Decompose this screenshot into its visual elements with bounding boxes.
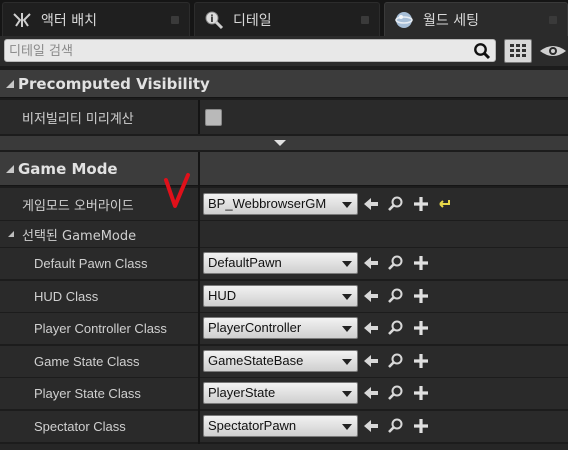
reset-to-default-icon[interactable] [436,195,454,213]
add-new-plus-icon[interactable] [412,254,430,272]
view-options-button[interactable] [504,39,532,63]
class-row: Game State Class GameStateBase [0,345,568,377]
class-row: HUD Class HUD [0,280,568,312]
use-selected-arrow-icon[interactable] [362,195,380,213]
gamemode-override-combo[interactable]: BP_WebbrowserGM [203,193,358,215]
chevron-down-icon [342,326,352,333]
browse-search-icon[interactable] [387,195,405,213]
browse-search-icon[interactable] [387,352,405,370]
add-new-plus-icon[interactable] [412,384,430,402]
collapse-arrow-icon [6,164,14,173]
property-label: Player Controller Class [34,321,167,337]
class-combo[interactable]: GameStateBase [203,349,358,372]
property-label: Default Pawn Class [34,256,148,271]
property-label: 비저빌리티 미리계산 [22,111,134,127]
advanced-expander[interactable] [0,136,568,150]
tab-world-settings[interactable]: 월드 세팅 [384,2,568,36]
search-row [0,36,568,66]
row-selected-gamemode: 선택된 GameMode [0,221,568,247]
tab-place-actors[interactable]: 액터 배치 [2,2,190,36]
details-icon: i [203,9,225,31]
property-label: 선택된 GameMode [22,228,137,244]
add-new-plus-icon[interactable] [412,195,430,213]
add-new-plus-icon[interactable] [412,319,430,337]
add-new-plus-icon[interactable] [412,287,430,305]
tab-label: 액터 배치 [41,12,97,29]
use-selected-arrow-icon[interactable] [362,384,380,402]
combo-value: GameStateBase [208,352,304,368]
class-row: Player State Class PlayerState [0,378,568,410]
property-label: Player State Class [34,386,141,402]
property-label: HUD Class [34,288,99,304]
class-combo[interactable]: SpectatorPawn [203,415,358,437]
chevron-down-icon [342,424,352,430]
category-title: Precomputed Visibility [18,74,210,93]
use-selected-arrow-icon[interactable] [362,352,380,370]
tab-label: 디테일 [233,12,272,29]
combo-value: SpectatorPawn [208,418,297,433]
bottom-edge [0,444,568,450]
chevron-down-icon [342,261,352,267]
tab-label: 월드 세팅 [423,12,479,29]
row-gamemode-override: 게임모드 오버라이드 BP_WebbrowserGM [0,188,568,220]
column-divider [198,100,200,134]
search-icon[interactable] [473,42,491,60]
tab-bar: 액터 배치 i 디테일 월드 세팅 [0,0,568,36]
class-row: Default Pawn Class DefaultPawn [0,248,568,279]
class-combo[interactable]: HUD [203,284,358,307]
search-input[interactable] [9,41,465,61]
tab-close-icon[interactable] [361,16,369,24]
browse-search-icon[interactable] [387,319,405,337]
use-selected-arrow-icon[interactable] [362,319,380,337]
grid-icon [510,44,526,57]
row-precompute-visibility: 비저빌리티 미리계산 [0,100,568,134]
browse-search-icon[interactable] [387,287,405,305]
class-combo[interactable]: PlayerController [203,317,358,340]
eye-icon[interactable] [538,43,568,59]
use-selected-arrow-icon[interactable] [362,254,380,272]
search-box[interactable] [4,39,496,62]
combo-value: HUD [208,287,237,303]
property-label: 게임모드 오버라이드 [22,198,134,214]
class-combo[interactable]: PlayerState [203,382,358,405]
svg-text:i: i [210,14,213,25]
handwritten-check-mark [164,173,190,208]
collapse-arrow-icon[interactable] [8,231,14,237]
use-selected-arrow-icon[interactable] [362,417,380,435]
chevron-down-icon [342,391,352,398]
world-settings-icon [393,9,415,31]
browse-search-icon[interactable] [387,417,405,435]
property-label: Game State Class [34,353,140,369]
browse-search-icon[interactable] [387,254,405,272]
class-row: Spectator Class SpectatorPawn [0,411,568,442]
chevron-down-icon [342,358,352,365]
place-actors-icon [11,9,33,31]
category-game-mode[interactable]: Game Mode [0,152,568,186]
combo-value: PlayerController [208,320,302,336]
details-panel: Precomputed Visibility 비저빌리티 미리계산 Game M… [0,66,568,450]
chevron-down-icon [342,202,352,208]
add-new-plus-icon[interactable] [412,417,430,435]
combo-value: PlayerState [208,385,276,401]
column-divider [198,152,200,450]
add-new-plus-icon[interactable] [412,352,430,370]
category-title: Game Mode [18,159,118,178]
category-precomputed-visibility[interactable]: Precomputed Visibility [0,70,568,98]
precompute-visibility-checkbox[interactable] [205,109,222,126]
use-selected-arrow-icon[interactable] [362,287,380,305]
tab-details[interactable]: i 디테일 [194,2,380,36]
tab-close-icon[interactable] [171,16,179,24]
chevron-down-icon [342,293,352,300]
combo-value: DefaultPawn [208,255,282,270]
property-label: Spectator Class [34,419,126,434]
expand-down-icon [274,140,286,146]
browse-search-icon[interactable] [387,384,405,402]
combo-value: BP_WebbrowserGM [208,196,327,211]
class-combo[interactable]: DefaultPawn [203,252,358,274]
tab-close-icon[interactable] [549,16,557,24]
class-row: Player Controller Class PlayerController [0,313,568,345]
collapse-arrow-icon [6,79,14,88]
